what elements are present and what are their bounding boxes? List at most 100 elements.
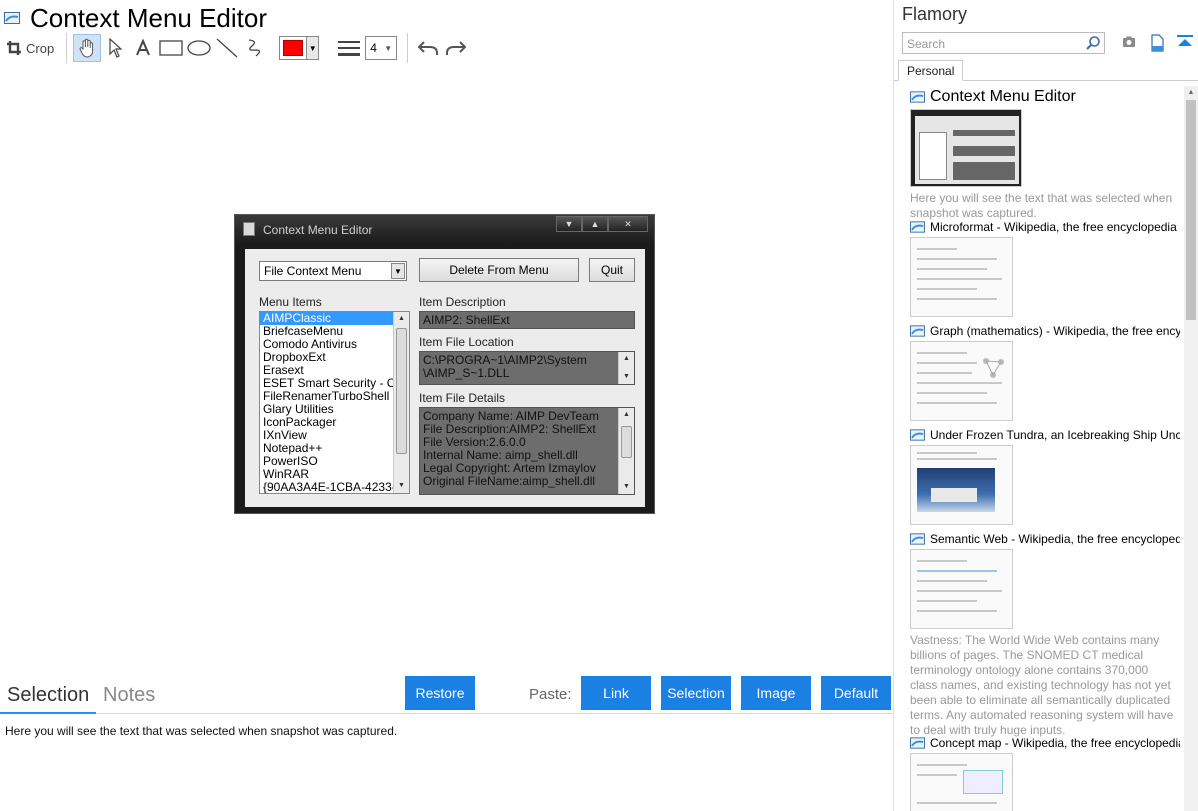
card-title: Concept map - Wikipedia, the free encycl… [930,736,1180,750]
menu-items-list: AIMPClassic BriefcaseMenu Comodo Antivirus… [259,311,410,494]
toolbar-divider [66,33,68,63]
details-line: Original FileName:aimp_shell.dll [423,474,596,488]
card-description: Vastness: The World Wide Web contains ma… [910,633,1174,737]
scroll-up-icon: ▲ [623,411,630,418]
snapshot-icon [4,12,20,24]
card-title: Context Menu Editor [930,88,1076,105]
card-thumbnail [910,237,1013,317]
freehand-icon [249,39,261,57]
hand-tool-button[interactable] [73,34,102,62]
scroll-up-icon[interactable]: ▲ [1184,86,1198,100]
title-row: Context Menu Editor [4,3,267,33]
combo-value: File Context Menu [264,264,362,278]
undo-button[interactable] [414,34,442,62]
active-tab-indicator [0,712,96,714]
chevron-down-icon: ▼ [384,43,393,53]
undo-icon [417,41,439,55]
annotation-toolbar: Crop ▼ 4 ▼ [6,33,470,63]
snapshot-icon [910,325,925,337]
dialog-title: Context Menu Editor [263,223,373,237]
paste-selection-button[interactable]: Selection [661,676,731,710]
card-title: Graph (mathematics) - Wikipedia, the fre… [930,324,1180,338]
color-swatch [283,40,304,56]
paste-link-button[interactable]: Link [581,676,651,710]
maximize-icon: ▲ [582,216,608,232]
bottom-panel: Selection Notes Restore Paste: Link Sele… [0,676,893,714]
crop-button[interactable]: Crop [6,34,60,62]
snapshot-card[interactable]: Context Menu Editor Here you will see th… [910,88,1180,221]
pointer-tool-button[interactable] [101,34,129,62]
crop-label: Crop [26,40,55,56]
list-scrollbar: ▲ ▼ [393,312,409,493]
card-title-row: Concept map - Wikipedia, the free encycl… [910,736,1180,750]
chevron-down-icon: ▼ [306,37,319,59]
search-input[interactable]: Search [902,32,1105,54]
snapshot-card[interactable]: Under Frozen Tundra, an Icebreaking Ship… [910,428,1180,525]
ellipse-icon [187,40,211,56]
crop-icon [7,41,21,55]
item-file-details-value: Company Name: AIMP DevTeam File Descripti… [419,407,635,495]
scroll-thumb [621,426,632,458]
snapshot-card[interactable]: Semantic Web - Wikipedia, the free encyc… [910,532,1180,738]
snapshot-card[interactable]: Microformat - Wikipedia, the free encycl… [910,220,1180,317]
card-title-row: Semantic Web - Wikipedia, the free encyc… [910,532,1180,546]
line-width-select[interactable]: 4 ▼ [365,36,398,60]
scroll-up-icon: ▲ [398,315,405,322]
sidebar: Flamory Search Personal Context Menu Edi… [893,0,1198,811]
card-title: Microformat - Wikipedia, the free encycl… [930,220,1177,234]
menu-items-label: Menu Items [259,295,322,309]
snapshot-card[interactable]: Graph (mathematics) - Wikipedia, the fre… [910,324,1180,421]
camera-icon[interactable] [1121,34,1137,50]
card-title-row: Under Frozen Tundra, an Icebreaking Ship… [910,428,1180,442]
tab-selection[interactable]: Selection [7,684,89,707]
brand-name: Flamory [902,4,968,24]
line-tool-button[interactable] [213,34,241,62]
restore-button[interactable]: Restore [405,676,475,710]
color-picker[interactable]: ▼ [279,36,320,60]
dialog-titlebar: Context Menu Editor ▼ ▲ ✕ [235,215,654,243]
search-icon[interactable] [1085,35,1101,51]
menu-list-item: {90AA3A4E-1CBA-4233-B8 [263,480,410,494]
text-tool-button[interactable] [129,34,157,62]
location-scrollbar: ▲ ▼ [618,352,634,384]
item-file-location-value: C:\PROGRA~1\AIMP2\System \AIMP_S~1.DLL ▲… [419,351,635,385]
close-icon: ✕ [608,216,648,232]
rectangle-tool-button[interactable] [157,34,185,62]
ellipse-tool-button[interactable] [185,34,213,62]
tab-notes[interactable]: Notes [103,684,155,707]
line-width-icon [338,41,361,56]
search-placeholder: Search [907,37,946,51]
snapshot-card[interactable]: Concept map - Wikipedia, the free encycl… [910,736,1180,811]
scroll-down-icon: ▼ [398,482,405,489]
scroll-thumb[interactable] [1186,100,1196,320]
freehand-tool-button[interactable] [241,34,269,62]
context-menu-combo: File Context Menu ▼ [259,261,407,281]
sidebar-scrollbar[interactable]: ▲ [1184,86,1198,811]
details-scrollbar: ▲ ▼ [618,408,634,494]
paste-image-button[interactable]: Image [741,676,811,710]
redo-icon [446,41,467,55]
rectangle-icon [159,40,183,56]
tab-personal[interactable]: Personal [898,60,964,81]
paste-default-button[interactable]: Default [821,676,891,710]
tab-divider [0,713,893,714]
card-title-row: Context Menu Editor [910,88,1180,106]
card-description: Here you will see the text that was sele… [910,191,1173,220]
card-title-row: Graph (mathematics) - Wikipedia, the fre… [910,324,1180,338]
snapshot-icon [910,737,925,749]
details-lines: Company Name: AIMP DevTeam File Descripti… [423,410,631,488]
toolbar-divider [407,33,409,63]
app-window: Context Menu Editor Crop ▼ 4 ▼ Context M… [0,0,1198,811]
document-icon[interactable] [1149,34,1165,52]
redo-button[interactable] [442,34,470,62]
main-pane: Context Menu Editor Crop ▼ 4 ▼ Context M… [0,0,893,811]
menu-items-entries: AIMPClassic BriefcaseMenu Comodo Antivirus… [260,312,410,494]
hand-icon [79,38,94,58]
line-width-control: 4 ▼ [337,36,398,60]
text-icon [136,39,151,56]
card-thumbnail [910,549,1013,629]
item-file-details-label: Item File Details [419,391,506,405]
line-width-value: 4 [370,41,377,55]
collapse-up-icon[interactable] [1176,34,1194,50]
card-title: Semantic Web - Wikipedia, the free encyc… [930,532,1180,546]
